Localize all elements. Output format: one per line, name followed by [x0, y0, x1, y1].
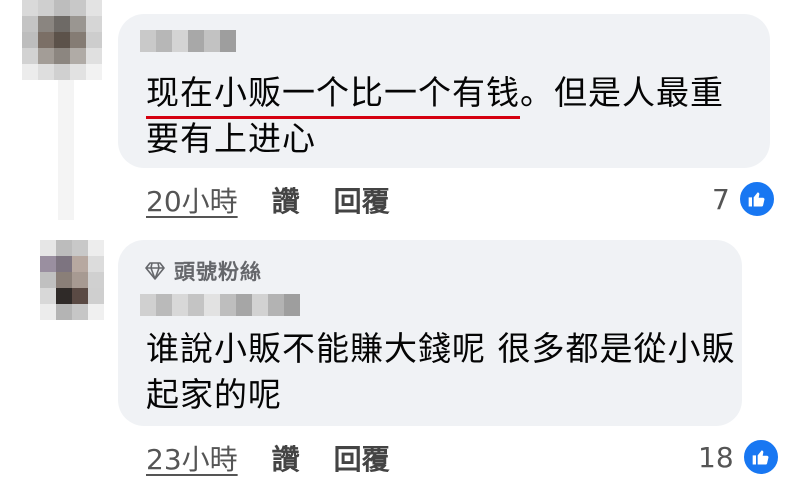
- like-count: 18: [698, 440, 734, 474]
- reply-button[interactable]: 回覆: [334, 180, 390, 220]
- reaction-count[interactable]: 7: [712, 180, 776, 218]
- comment-text: 现在小贩一个比一个有钱。但是人最重要有上进心: [146, 70, 756, 162]
- diamond-icon: [145, 262, 165, 280]
- avatar[interactable]: [40, 240, 104, 320]
- like-count: 7: [712, 182, 730, 216]
- avatar[interactable]: [22, 0, 102, 80]
- commenter-name-blurred[interactable]: [140, 294, 300, 316]
- reply-button[interactable]: 回覆: [334, 438, 390, 478]
- highlighted-text: 现在小贩一个比一个有钱: [146, 70, 520, 119]
- comment-text: 谁說小販不能賺大錢呢 很多都是從小販起家的呢: [146, 329, 736, 414]
- comment-actions: 20小時 讚 回覆: [146, 180, 424, 220]
- thumbs-up-icon: [741, 438, 780, 476]
- timestamp-link[interactable]: 20小時: [146, 180, 238, 220]
- reaction-count[interactable]: 18: [698, 438, 780, 476]
- badge-label: 頭號粉絲: [174, 260, 262, 284]
- timestamp-link[interactable]: 23小時: [146, 438, 238, 478]
- commenter-name-blurred[interactable]: [140, 30, 236, 52]
- thumbs-up-icon: [737, 180, 776, 218]
- thread-line: [58, 80, 74, 220]
- comment-actions: 23小時 讚 回覆: [146, 438, 424, 478]
- like-button[interactable]: 讚: [272, 180, 300, 220]
- top-fan-badge: 頭號粉絲: [144, 256, 262, 286]
- like-button[interactable]: 讚: [272, 438, 300, 478]
